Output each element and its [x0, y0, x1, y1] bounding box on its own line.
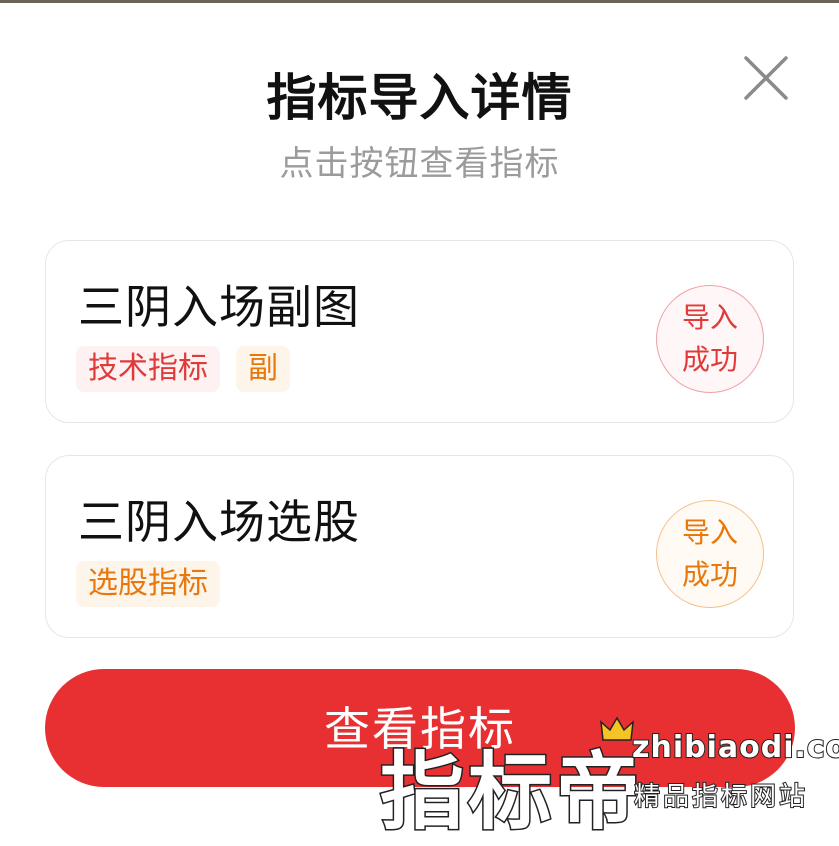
tag-stock-picking: 选股指标 — [76, 561, 220, 607]
watermark-domain: zhibiaodi.com — [631, 729, 839, 766]
stamp-line-1: 导入 — [681, 516, 738, 549]
indicator-name: 三阴入场副图 — [78, 280, 360, 334]
close-button[interactable] — [740, 52, 792, 104]
watermark-brand: 指标帝 — [378, 742, 645, 843]
indicator-card: 三阴入场选股 选股指标 导入 成功 — [45, 455, 794, 638]
tag-sub-chart: 副 — [236, 346, 290, 392]
stamp-line-2: 成功 — [681, 343, 738, 376]
import-success-stamp: 导入 成功 — [656, 500, 764, 608]
tag-technical: 技术指标 — [76, 346, 220, 392]
indicator-card: 三阴入场副图 技术指标 副 导入 成功 — [45, 240, 794, 423]
crown-icon — [600, 716, 634, 741]
stamp-line-1: 导入 — [681, 301, 738, 334]
dialog-subtitle: 点击按钮查看指标 — [279, 144, 560, 184]
import-success-stamp: 导入 成功 — [656, 285, 764, 393]
indicator-tags: 技术指标 副 — [76, 346, 290, 392]
watermark-slogan: 精品指标网站 — [633, 781, 809, 813]
close-icon — [744, 56, 788, 100]
indicator-tags: 选股指标 — [76, 561, 220, 607]
stamp-line-2: 成功 — [681, 558, 738, 591]
dialog-title: 指标导入详情 — [266, 69, 573, 127]
indicator-name: 三阴入场选股 — [78, 495, 360, 549]
